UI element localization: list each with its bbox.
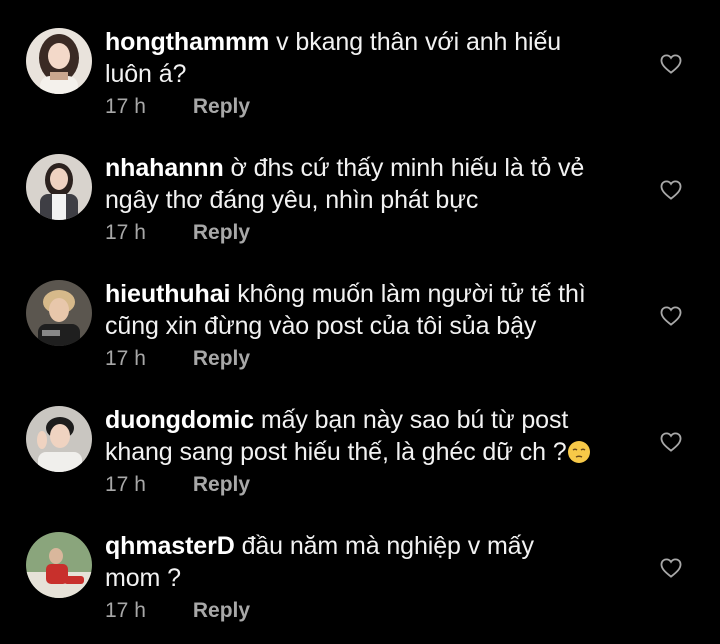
comment-body-cont: mom ?: [105, 564, 181, 592]
comment-item: duongdomic mấy bạn này sao bú từ post kh…: [0, 392, 720, 518]
comment-text: hongthammm v bkang thân với anh hiếu luô…: [105, 26, 625, 90]
reply-button[interactable]: Reply: [193, 473, 250, 496]
comment-time: 17 h: [105, 95, 146, 118]
comment-username[interactable]: hongthammm: [105, 28, 269, 56]
comment-time: 17 h: [105, 599, 146, 622]
comment-text: nhahannn ờ đhs cứ thấy minh hiếu là tỏ v…: [105, 152, 625, 216]
comment-body-cont: khang sang post hiếu thế, là ghéc dữ ch …: [105, 438, 567, 466]
comment-username[interactable]: duongdomic: [105, 406, 254, 434]
comment-text: qhmasterD đầu năm mà nghiệp v mấy mom ?: [105, 530, 625, 594]
comment-username[interactable]: qhmasterD: [105, 532, 235, 560]
comment-body-cont: cũng xin đừng vào post của tôi sủa bậy: [105, 312, 537, 340]
reply-button[interactable]: Reply: [193, 221, 250, 244]
heart-outline-icon[interactable]: [660, 558, 682, 578]
reply-button[interactable]: Reply: [193, 347, 250, 370]
heart-outline-icon[interactable]: [660, 54, 682, 74]
comment-meta: 17 h Reply: [105, 472, 250, 498]
comment-time: 17 h: [105, 221, 146, 244]
comment-username[interactable]: hieuthuhai: [105, 280, 230, 308]
comment-body: mấy bạn này sao bú từ post: [260, 406, 569, 434]
comment-text: duongdomic mấy bạn này sao bú từ post kh…: [105, 404, 625, 468]
heart-outline-icon[interactable]: [660, 180, 682, 200]
comment-meta: 17 h Reply: [105, 598, 250, 624]
avatar[interactable]: [26, 532, 92, 598]
comment-meta: 17 h Reply: [105, 220, 250, 246]
comment-meta: 17 h Reply: [105, 94, 250, 120]
heart-outline-icon[interactable]: [660, 432, 682, 452]
reply-button[interactable]: Reply: [193, 599, 250, 622]
comment-time: 17 h: [105, 347, 146, 370]
comment-item: nhahannn ờ đhs cứ thấy minh hiếu là tỏ v…: [0, 140, 720, 266]
comment-time: 17 h: [105, 473, 146, 496]
heart-outline-icon[interactable]: [660, 306, 682, 326]
comment-body-cont: ngây thơ đáng yêu, nhìn phát bực: [105, 186, 479, 214]
comment-item: hieuthuhai không muốn làm người tử tế th…: [0, 266, 720, 392]
comment-body: không muốn làm người tử tế thì: [237, 280, 586, 308]
comment-body-cont: luôn á?: [105, 60, 187, 88]
comment-username[interactable]: nhahannn: [105, 154, 224, 182]
pensive-face-emoji: [567, 440, 591, 464]
comment-body: ờ đhs cứ thấy minh hiếu là tỏ vẻ: [230, 154, 585, 182]
comment-meta: 17 h Reply: [105, 346, 250, 372]
avatar[interactable]: [26, 154, 92, 220]
comment-body: v bkang thân với anh hiếu: [276, 28, 562, 56]
comment-text: hieuthuhai không muốn làm người tử tế th…: [105, 278, 625, 342]
reply-button[interactable]: Reply: [193, 95, 250, 118]
avatar[interactable]: [26, 28, 92, 94]
avatar[interactable]: [26, 406, 92, 472]
comment-item: hongthammm v bkang thân với anh hiếu luô…: [0, 14, 720, 140]
comment-body: đầu năm mà nghiệp v mấy: [241, 532, 534, 560]
avatar[interactable]: [26, 280, 92, 346]
comment-item: qhmasterD đầu năm mà nghiệp v mấy mom ? …: [0, 518, 720, 644]
